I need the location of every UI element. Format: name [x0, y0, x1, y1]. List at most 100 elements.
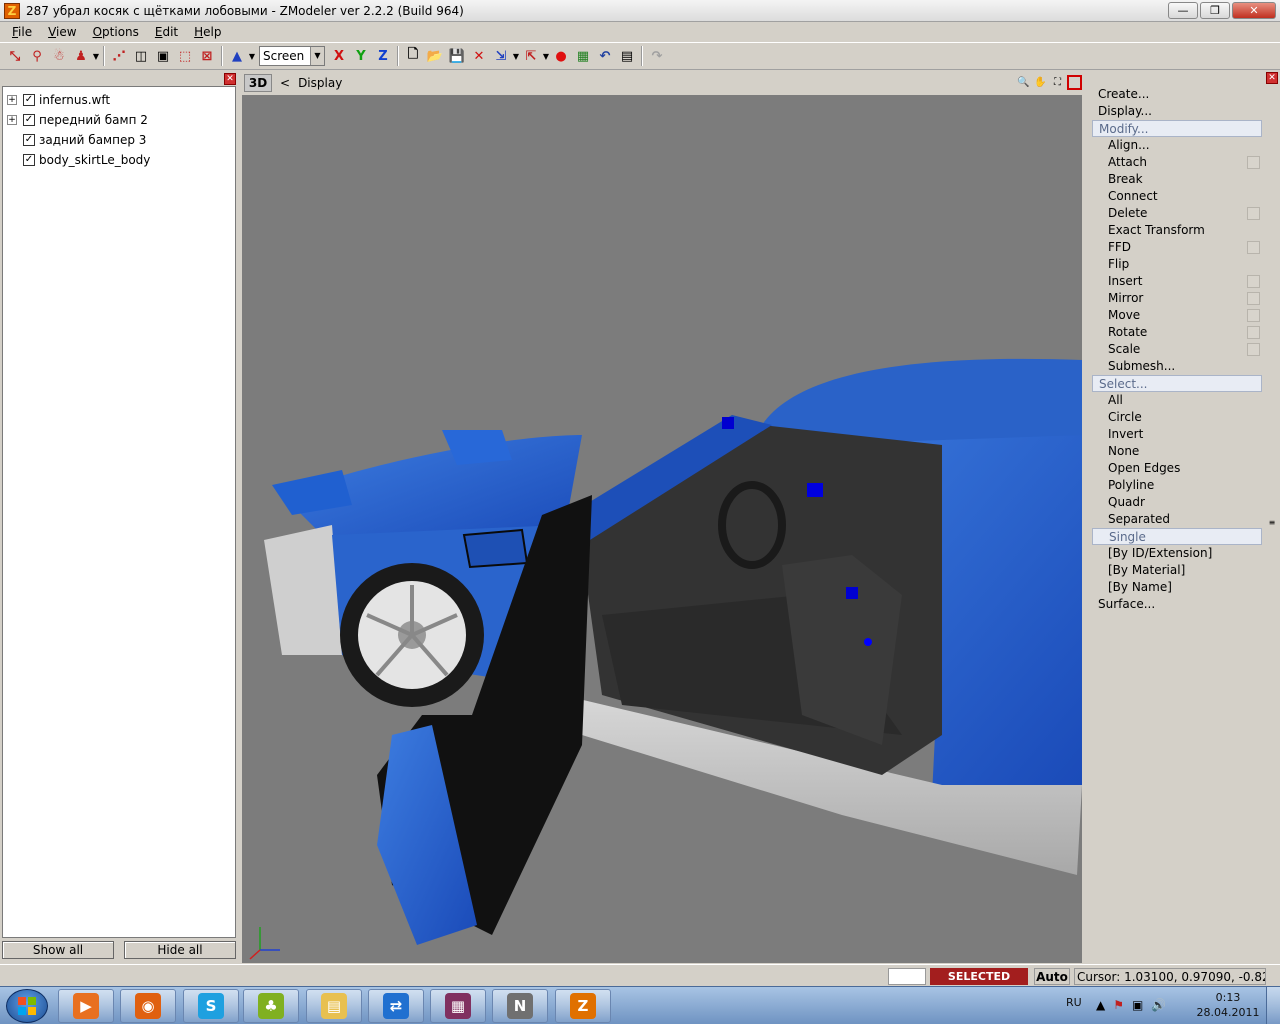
- hide-all-button[interactable]: Hide all: [124, 941, 236, 959]
- command-connect[interactable]: Connect: [1092, 188, 1262, 205]
- expand-icon[interactable]: +: [7, 95, 17, 105]
- command-scale[interactable]: Scale: [1092, 341, 1262, 358]
- command-delete[interactable]: Delete: [1092, 205, 1262, 222]
- chevron-down-icon[interactable]: ▼: [512, 52, 520, 61]
- command-separated[interactable]: Separated: [1092, 511, 1262, 528]
- notes-icon[interactable]: ▤: [617, 46, 637, 66]
- command-modify[interactable]: Modify...: [1092, 120, 1262, 137]
- taskbar-app-app-green[interactable]: ♣: [243, 989, 299, 1023]
- command-options-icon[interactable]: [1247, 326, 1260, 339]
- taskbar-app-zmodeler[interactable]: Z: [555, 989, 611, 1023]
- fit-view-icon[interactable]: ⛶: [1050, 75, 1065, 90]
- select-edge-icon[interactable]: ⚲: [27, 46, 47, 66]
- command-insert[interactable]: Insert: [1092, 273, 1262, 290]
- command-move[interactable]: Move: [1092, 307, 1262, 324]
- command-options-icon[interactable]: [1247, 343, 1260, 356]
- menu-options[interactable]: Options: [85, 25, 147, 39]
- pan-hand-icon[interactable]: ✋: [1033, 75, 1048, 90]
- save-icon[interactable]: 💾: [447, 46, 467, 66]
- close-icon[interactable]: ✕: [224, 73, 236, 85]
- command-circle[interactable]: Circle: [1092, 409, 1262, 426]
- command-invert[interactable]: Invert: [1092, 426, 1262, 443]
- command-all[interactable]: All: [1092, 392, 1262, 409]
- new-file-icon[interactable]: 🗋: [403, 46, 423, 66]
- taskbar-app-media-player[interactable]: ▶: [58, 989, 114, 1023]
- system-clock[interactable]: 0:13 28.04.2011: [1196, 990, 1260, 1020]
- command-align[interactable]: Align...: [1092, 137, 1262, 154]
- maximize-button[interactable]: ❐: [1200, 2, 1230, 19]
- command-exact-transform[interactable]: Exact Transform: [1092, 222, 1262, 239]
- taskbar-app-winrar[interactable]: ▦: [430, 989, 486, 1023]
- close-icon[interactable]: ✕: [1266, 72, 1278, 84]
- viewport-back-arrow[interactable]: <: [280, 76, 290, 90]
- language-indicator[interactable]: RU: [1066, 996, 1082, 1009]
- command-by-material[interactable]: [By Material]: [1092, 562, 1262, 579]
- network-icon[interactable]: ▣: [1132, 998, 1143, 1012]
- tree-item-rear-bumper[interactable]: ✓ задний бампер 3: [3, 130, 235, 150]
- command-select[interactable]: Select...: [1092, 375, 1262, 392]
- chevron-down-icon[interactable]: ▼: [248, 52, 256, 61]
- grid-icon[interactable]: ▦: [573, 46, 593, 66]
- minimize-button[interactable]: —: [1168, 2, 1198, 19]
- axis-z-toggle[interactable]: Z: [373, 46, 393, 66]
- viewport-label[interactable]: Display: [298, 76, 342, 90]
- maximize-viewport-icon[interactable]: [1067, 75, 1082, 90]
- volume-icon[interactable]: 🔊: [1151, 998, 1166, 1012]
- open-folder-icon[interactable]: 📂: [425, 46, 445, 66]
- axis-y-toggle[interactable]: Y: [351, 46, 371, 66]
- select-dummy-icon[interactable]: ♟: [71, 46, 91, 66]
- command-options-icon[interactable]: [1247, 156, 1260, 169]
- visibility-checkbox[interactable]: ✓: [23, 134, 35, 146]
- viewport-mode-tag[interactable]: 3D: [244, 74, 272, 92]
- command-single[interactable]: Single: [1092, 528, 1262, 545]
- command-none[interactable]: None: [1092, 443, 1262, 460]
- record-icon[interactable]: ●: [551, 46, 571, 66]
- vertex-mode-icon[interactable]: ⋰: [109, 46, 129, 66]
- tree-item-body-skirt[interactable]: ✓ body_skirtLe_body: [3, 150, 235, 170]
- action-center-icon[interactable]: ⚑: [1113, 998, 1124, 1012]
- command-attach[interactable]: Attach: [1092, 154, 1262, 171]
- show-desktop-button[interactable]: [1266, 987, 1280, 1024]
- command-open-edges[interactable]: Open Edges: [1092, 460, 1262, 477]
- visibility-checkbox[interactable]: ✓: [23, 114, 35, 126]
- visibility-checkbox[interactable]: ✓: [23, 154, 35, 166]
- undo-icon[interactable]: ↶: [595, 46, 615, 66]
- show-all-button[interactable]: Show all: [2, 941, 114, 959]
- command-surface[interactable]: Surface...: [1092, 596, 1262, 613]
- coordinate-system-select[interactable]: Screen ▼: [259, 46, 325, 66]
- taskbar-app-explorer[interactable]: ▤: [306, 989, 362, 1023]
- scrollbar-grip[interactable]: ≡: [1266, 518, 1278, 527]
- auto-mode-toggle[interactable]: Auto: [1034, 968, 1070, 985]
- pivot-icon[interactable]: ▲: [227, 46, 247, 66]
- taskbar-app-app-n[interactable]: N: [492, 989, 548, 1023]
- command-quadr[interactable]: Quadr: [1092, 494, 1262, 511]
- tree-item-infernus[interactable]: + ✓ infernus.wft: [3, 90, 235, 110]
- selected-mode-indicator[interactable]: SELECTED MODE: [930, 968, 1028, 1000]
- box-hide-icon[interactable]: ⊠: [197, 46, 217, 66]
- tree-item-front-bumper[interactable]: + ✓ передний бамп 2: [3, 110, 235, 130]
- command-scrollbar[interactable]: ✕ ≡: [1266, 72, 1278, 962]
- zoom-icon[interactable]: 🔍: [1016, 75, 1031, 90]
- command-options-icon[interactable]: [1247, 309, 1260, 322]
- menu-view[interactable]: View: [40, 25, 84, 39]
- command-ffd[interactable]: FFD: [1092, 239, 1262, 256]
- command-options-icon[interactable]: [1247, 275, 1260, 288]
- import-icon[interactable]: ⇲: [491, 46, 511, 66]
- chevron-down-icon[interactable]: ▼: [92, 52, 100, 61]
- axis-x-toggle[interactable]: X: [329, 46, 349, 66]
- select-object-icon[interactable]: ☃: [49, 46, 69, 66]
- chevron-down-icon[interactable]: ▼: [542, 52, 550, 61]
- command-submesh[interactable]: Submesh...: [1092, 358, 1262, 375]
- delete-icon[interactable]: ✕: [469, 46, 489, 66]
- command-create[interactable]: Create...: [1092, 86, 1262, 103]
- command-rotate[interactable]: Rotate: [1092, 324, 1262, 341]
- command-by-id-extension[interactable]: [By ID/Extension]: [1092, 545, 1262, 562]
- command-options-icon[interactable]: [1247, 292, 1260, 305]
- select-vertex-icon[interactable]: ⤡: [5, 46, 25, 66]
- taskbar-app-skype[interactable]: S: [183, 989, 239, 1023]
- viewport-3d[interactable]: [242, 95, 1082, 963]
- export-icon[interactable]: ⇱: [521, 46, 541, 66]
- visibility-checkbox[interactable]: ✓: [23, 94, 35, 106]
- box-mode-icon[interactable]: ▣: [153, 46, 173, 66]
- command-break[interactable]: Break: [1092, 171, 1262, 188]
